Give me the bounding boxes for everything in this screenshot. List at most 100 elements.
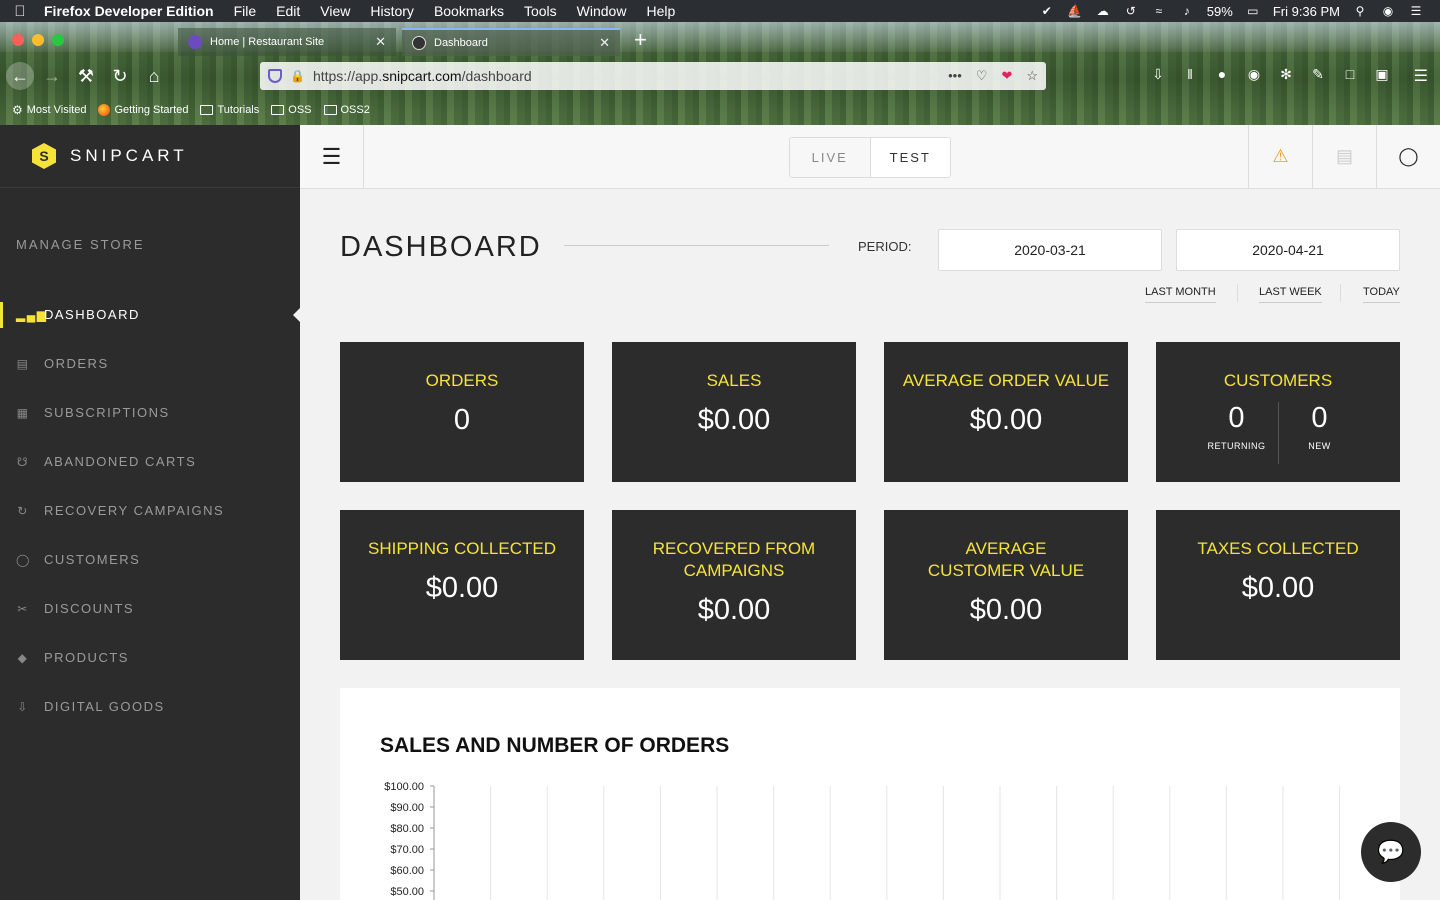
menu-view[interactable]: View	[310, 3, 360, 19]
docker-icon[interactable]: ⛵	[1067, 4, 1083, 18]
pocket-icon[interactable]: ♡	[976, 68, 988, 84]
hamburger-menu-icon[interactable]: ☰	[300, 125, 364, 188]
clock[interactable]: Fri 9:36 PM	[1273, 4, 1340, 19]
battery-icon[interactable]: ▭	[1245, 4, 1261, 18]
app-menu[interactable]: Firefox Developer Edition	[40, 3, 224, 19]
menu-tools[interactable]: Tools	[514, 3, 567, 19]
bookmarks-bar: ⚙ Most Visited Getting Started Tutorials …	[0, 98, 1440, 122]
quick-range-divider	[1237, 284, 1238, 302]
twd-extension-icon[interactable]: ●	[1212, 66, 1232, 83]
sidebar-item-digital-goods[interactable]: ⇩ DIGITAL GOODS	[0, 682, 300, 731]
today-link[interactable]: TODAY	[1363, 286, 1400, 303]
menu-history[interactable]: History	[360, 3, 424, 19]
bookmark-oss2[interactable]: OSS2	[323, 104, 370, 116]
menu-edit[interactable]: Edit	[266, 3, 310, 19]
chat-support-icon[interactable]: 💬	[1361, 822, 1421, 882]
library-icon[interactable]: ‖	[1180, 66, 1200, 83]
battery-percent[interactable]: 59%	[1207, 4, 1233, 19]
more-actions-icon[interactable]: •••	[948, 68, 962, 84]
snipcart-favicon-icon	[412, 36, 426, 50]
card-value: $0.00	[1241, 572, 1315, 604]
receipt-icon: ▤	[16, 356, 30, 371]
last-month-link[interactable]: LAST MONTH	[1145, 286, 1216, 303]
time-machine-icon[interactable]: ↺	[1123, 4, 1139, 18]
returning-label: RETURNING	[1207, 441, 1266, 451]
bug-extension-icon[interactable]: ✻	[1276, 66, 1296, 83]
firefox-icon	[98, 104, 111, 116]
returning-count: 0	[1228, 402, 1245, 434]
bookmark-tutorials[interactable]: Tutorials	[200, 104, 259, 116]
sidebar-item-dashboard[interactable]: ▂▄▆ DASHBOARD	[0, 290, 300, 339]
url-text[interactable]: https://app.snipcart.com/dashboard	[313, 68, 940, 84]
browser-menu-icon[interactable]: ☰	[1414, 66, 1428, 86]
last-week-link[interactable]: LAST WEEK	[1259, 286, 1322, 303]
home-icon[interactable]: ⌂	[138, 60, 170, 92]
mode-toggle: LIVE TEST	[789, 137, 951, 178]
minimize-window-button[interactable]	[32, 33, 44, 46]
wifi-icon[interactable]: ≈	[1151, 4, 1167, 18]
card-label: AVERAGE CUSTOMER VALUE	[927, 539, 1085, 580]
close-tab-icon[interactable]: ✕	[599, 35, 610, 51]
notes-extension-icon[interactable]: ✎	[1308, 66, 1328, 83]
menu-bookmarks[interactable]: Bookmarks	[424, 3, 514, 19]
tracking-shield-icon[interactable]	[268, 69, 282, 83]
url-bar[interactable]: 🔒 https://app.snipcart.com/dashboard •••…	[260, 62, 1046, 90]
globe-extension-icon[interactable]: ◉	[1244, 66, 1264, 83]
documentation-book-icon[interactable]: ▤	[1312, 125, 1376, 188]
sales-orders-chart-panel: SALES AND NUMBER OF ORDERS $100.00 $90.00…	[340, 688, 1400, 900]
sidebar-item-abandoned-carts[interactable]: ☋ ABANDONED CARTS	[0, 437, 300, 486]
start-date-input[interactable]: 2020-03-21	[938, 229, 1162, 271]
cloud-icon[interactable]: ☁	[1095, 4, 1111, 18]
sidebar-item-products[interactable]: ◆ PRODUCTS	[0, 633, 300, 682]
bookmark-most-visited[interactable]: ⚙ Most Visited	[12, 103, 86, 117]
folder-extension-icon[interactable]: □	[1340, 66, 1360, 83]
new-tab-icon[interactable]: +	[634, 27, 647, 53]
account-user-icon[interactable]: ◯	[1376, 125, 1440, 188]
bookmark-oss[interactable]: OSS	[271, 104, 312, 116]
end-date-input[interactable]: 2020-04-21	[1176, 229, 1400, 271]
check-circle-icon[interactable]: ✔	[1039, 4, 1055, 18]
volume-icon[interactable]: ♪	[1179, 4, 1195, 18]
shipping-collected-card: SHIPPING COLLECTED $0.00	[340, 510, 584, 660]
forward-arrow-icon[interactable]: →	[36, 60, 68, 92]
warning-icon[interactable]: ⚠	[1248, 125, 1312, 188]
notification-center-icon[interactable]: ☰	[1408, 4, 1424, 18]
y-tick-label: $60.00	[390, 865, 424, 877]
menu-help[interactable]: Help	[636, 3, 685, 19]
spotlight-icon[interactable]: ⚲	[1352, 4, 1368, 18]
mode-test-button[interactable]: TEST	[869, 138, 950, 177]
tab-dashboard[interactable]: Dashboard ✕	[402, 28, 620, 56]
macos-menubar:  Firefox Developer Edition File Edit Vi…	[0, 0, 1440, 22]
apple-icon[interactable]: 	[0, 3, 40, 20]
translate-extension-icon[interactable]: ▣	[1372, 66, 1392, 83]
tab-title: Home | Restaurant Site	[210, 36, 325, 48]
bookmark-star-icon[interactable]: ☆	[1026, 68, 1038, 84]
sidebar-item-customers[interactable]: ◯ CUSTOMERS	[0, 535, 300, 584]
siri-icon[interactable]: ◉	[1380, 4, 1396, 18]
close-tab-icon[interactable]: ✕	[375, 34, 386, 50]
wrench-icon[interactable]: ⚒	[70, 60, 102, 92]
sidebar-item-label: ORDERS	[44, 356, 109, 371]
site-favicon-icon	[188, 35, 202, 49]
brand[interactable]: S SNIPCART	[0, 125, 300, 188]
zoom-window-button[interactable]	[52, 33, 64, 46]
sidebar-item-recovery-campaigns[interactable]: ↻ RECOVERY CAMPAIGNS	[0, 486, 300, 535]
sidebar-item-subscriptions[interactable]: ▦ SUBSCRIPTIONS	[0, 388, 300, 437]
mode-live-button[interactable]: LIVE	[790, 138, 870, 177]
card-value: 0	[453, 404, 471, 436]
tab-restaurant-site[interactable]: Home | Restaurant Site ✕	[178, 28, 396, 56]
heart-extension-icon[interactable]: ❤	[1001, 68, 1012, 84]
sidebar-item-label: PRODUCTS	[44, 650, 129, 665]
back-arrow-icon[interactable]: ←	[6, 62, 34, 90]
sidebar-item-orders[interactable]: ▤ ORDERS	[0, 339, 300, 388]
menu-window[interactable]: Window	[567, 3, 637, 19]
lock-icon[interactable]: 🔒	[290, 69, 305, 83]
bookmark-getting-started[interactable]: Getting Started	[98, 104, 188, 116]
toolbar-extensions: ⇩ ‖ ● ◉ ✻ ✎ □ ▣	[1148, 66, 1392, 83]
download-icon[interactable]: ⇩	[1148, 66, 1168, 83]
sidebar-item-discounts[interactable]: ✂ DISCOUNTS	[0, 584, 300, 633]
sidebar-section-title: MANAGE STORE	[16, 237, 145, 252]
menu-file[interactable]: File	[224, 3, 267, 19]
close-window-button[interactable]	[12, 33, 24, 46]
reload-icon[interactable]: ↻	[104, 60, 136, 92]
